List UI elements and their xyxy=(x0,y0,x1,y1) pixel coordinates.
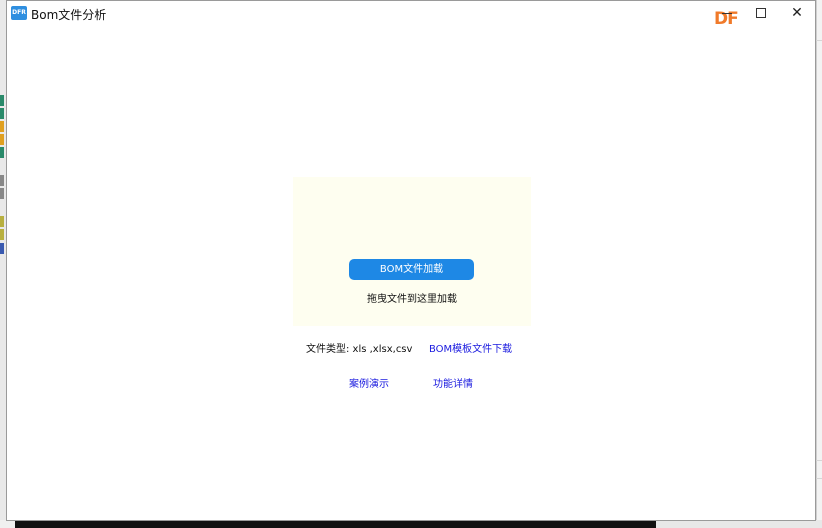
background-swatch xyxy=(0,108,4,119)
background-swatch xyxy=(0,95,4,106)
background-taskbar-left xyxy=(0,520,15,528)
close-button[interactable]: ✕ xyxy=(779,1,815,25)
background-swatch xyxy=(0,134,4,145)
background-app-right-edge xyxy=(816,0,822,528)
maximize-button[interactable] xyxy=(743,1,779,25)
app-icon: DFR xyxy=(11,6,27,20)
demo-link[interactable]: 案例演示 xyxy=(349,375,389,390)
bom-load-button[interactable]: BOM文件加载 xyxy=(349,259,474,280)
minimize-icon xyxy=(722,13,732,14)
background-swatch xyxy=(0,121,4,132)
background-swatch xyxy=(0,243,4,254)
details-link[interactable]: 功能详情 xyxy=(433,375,473,390)
background-swatch xyxy=(0,216,4,227)
close-icon: ✕ xyxy=(791,5,803,21)
background-swatch xyxy=(0,175,4,186)
minimize-button[interactable] xyxy=(709,1,745,25)
file-type-label: 文件类型: xls ,xlsx,csv xyxy=(306,344,413,355)
maximize-icon xyxy=(756,8,766,18)
background-taskbar-right xyxy=(656,520,822,528)
background-taskbar xyxy=(15,520,656,528)
window-title: Bom文件分析 xyxy=(31,8,107,22)
background-grid-line xyxy=(816,40,822,41)
drop-hint: 拖曳文件到这里加载 xyxy=(367,294,457,305)
bom-analysis-window: DFR Bom文件分析 DF ✕ BOM文件加载 拖曳文件到这里加载 文件类型:… xyxy=(6,0,816,521)
background-swatch xyxy=(0,188,4,199)
background-grid-line xyxy=(816,478,822,479)
background-swatch xyxy=(0,229,4,240)
template-download-link[interactable]: BOM模板文件下载 xyxy=(429,340,512,355)
background-grid-line xyxy=(816,460,822,461)
background-swatch xyxy=(0,147,4,158)
file-drop-zone[interactable]: BOM文件加载 拖曳文件到这里加载 xyxy=(293,177,531,326)
title-bar[interactable]: DFR Bom文件分析 DF ✕ xyxy=(7,1,815,29)
